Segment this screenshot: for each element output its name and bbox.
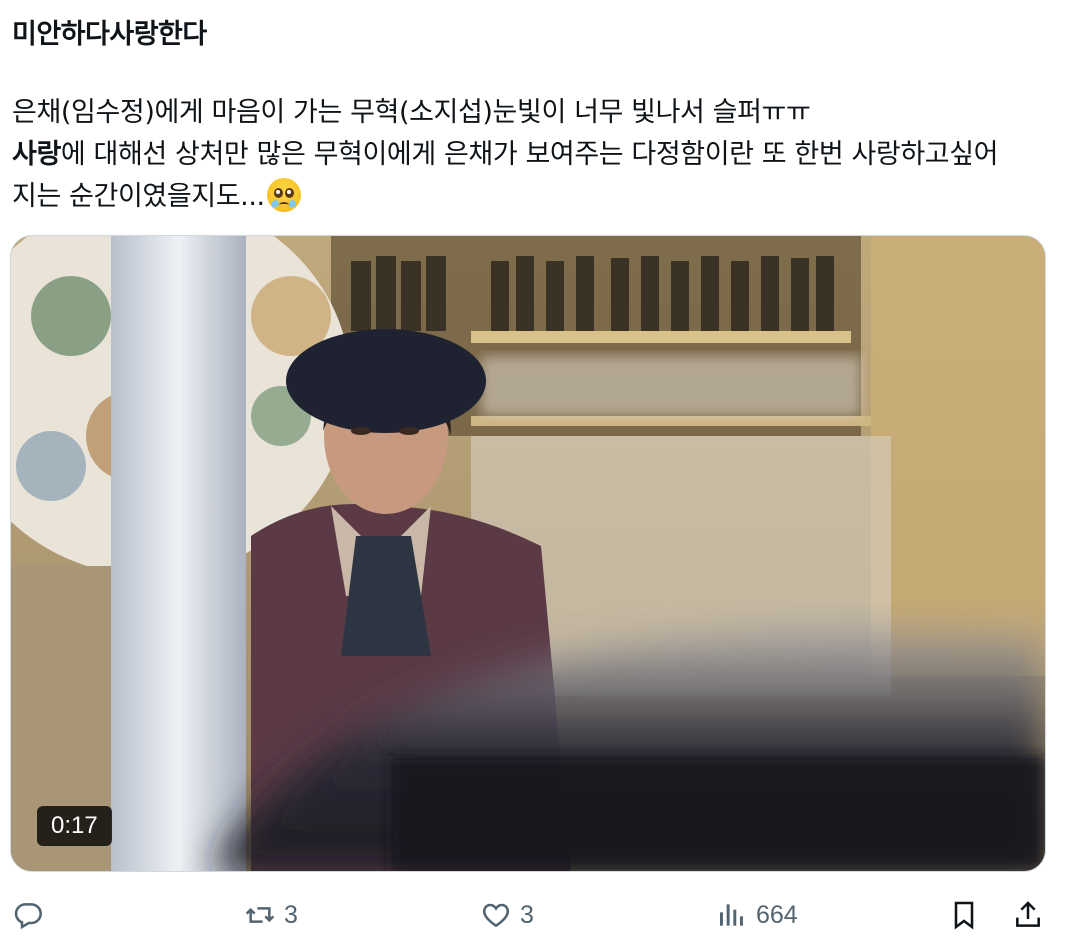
like-button[interactable]: 3 [480, 892, 534, 938]
post-line-2-bold: 사랑 [12, 139, 61, 170]
video-duration: 0:17 [37, 806, 112, 846]
action-bar: 3 3 664 [0, 892, 1078, 938]
repost-count: 3 [284, 900, 298, 929]
share-icon [1016, 901, 1040, 927]
post-line-3-text: 지는 순간이였을지도... [12, 181, 265, 212]
like-count: 3 [520, 900, 534, 929]
view-count: 664 [756, 900, 798, 929]
crying-face-emoji-icon [266, 178, 301, 212]
reply-button[interactable] [12, 892, 52, 938]
video-player[interactable]: 0:17 [10, 235, 1046, 872]
repost-icon [245, 907, 275, 923]
video-frame [11, 236, 1045, 871]
repost-button[interactable]: 3 [244, 892, 298, 938]
post-title: 미안하다사랑한다 [12, 19, 207, 50]
bookmark-button[interactable] [948, 892, 980, 938]
views-icon [720, 904, 743, 926]
reply-icon [14, 903, 42, 930]
post-line-1: 은채(임수정)에게 마음이 가는 무혁(소지섭)눈빛이 너무 빛나서 슬퍼ㅠㅠ [12, 97, 811, 128]
share-button[interactable] [1012, 892, 1044, 938]
post-line-2-rest: 에 대해선 상처만 많은 무혁이에게 은채가 보여주는 다정함이란 또 한번 사… [60, 139, 999, 170]
bookmark-icon [954, 901, 974, 930]
post-line-2: 사랑에 대해선 상처만 많은 무혁이에게 은채가 보여주는 다정함이란 또 한번… [12, 134, 1062, 176]
post-body: 은채(임수정)에게 마음이 가는 무혁(소지섭)눈빛이 너무 빛나서 슬퍼ㅠㅠ … [12, 92, 1062, 218]
post-line-3: 지는 순간이였을지도... [12, 176, 1062, 218]
heart-icon [482, 903, 510, 928]
views-button[interactable]: 664 [716, 892, 798, 938]
